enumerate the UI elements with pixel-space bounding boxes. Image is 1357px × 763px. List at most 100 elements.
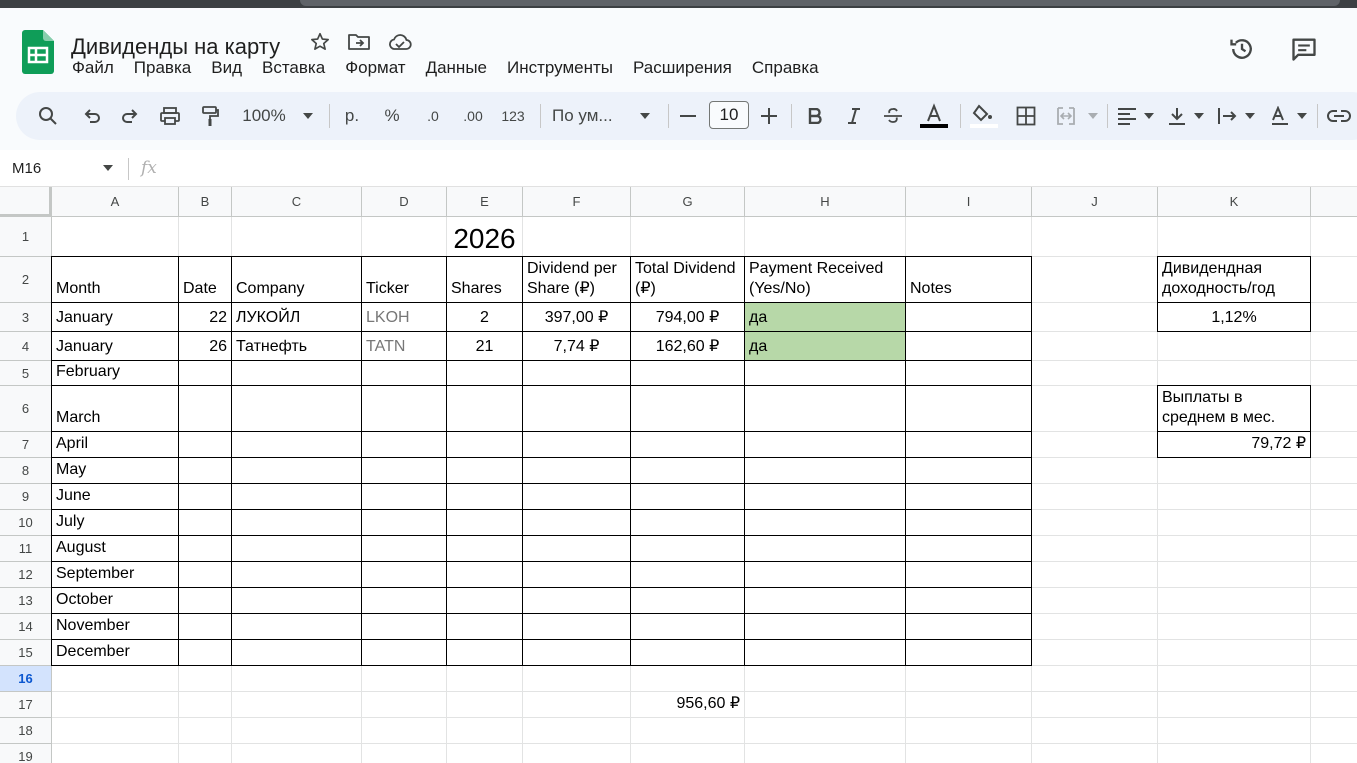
cell[interactable] (630, 613, 745, 640)
cell[interactable] (905, 457, 1032, 484)
cell[interactable] (1158, 666, 1311, 692)
cell[interactable] (179, 217, 232, 257)
cell[interactable] (1032, 332, 1158, 361)
menu-data[interactable]: Данные (426, 58, 487, 78)
cell[interactable] (522, 457, 631, 484)
cell[interactable]: Выплаты в среднем в мес. (1157, 385, 1311, 432)
cell[interactable] (361, 457, 447, 484)
cell[interactable]: Дивидендная доходность/год (1157, 256, 1311, 303)
cell[interactable] (905, 385, 1032, 432)
cell[interactable]: December (51, 639, 179, 666)
cell[interactable] (231, 385, 362, 432)
cell[interactable] (1032, 510, 1158, 536)
cell[interactable]: 956,60 ₽ (631, 692, 745, 718)
cell[interactable] (630, 639, 745, 666)
cell[interactable] (523, 692, 631, 718)
font-select[interactable]: По ум... (552, 92, 626, 140)
cell[interactable] (231, 613, 362, 640)
cell[interactable]: January (51, 302, 179, 332)
cell[interactable] (630, 587, 745, 614)
cell[interactable] (231, 457, 362, 484)
comments-icon[interactable] (1289, 34, 1319, 64)
row-header[interactable]: 13 (0, 588, 52, 614)
cell[interactable]: 162,60 ₽ (630, 331, 745, 361)
cell[interactable] (1311, 536, 1357, 562)
cell[interactable] (630, 509, 745, 536)
cell[interactable] (1032, 458, 1158, 484)
cell[interactable] (1311, 332, 1357, 361)
cell[interactable]: Company (231, 256, 362, 303)
cell[interactable] (361, 561, 447, 588)
cell[interactable] (1311, 458, 1357, 484)
cell[interactable] (523, 217, 631, 257)
cell[interactable]: November (51, 613, 179, 640)
select-all-corner[interactable] (0, 187, 52, 217)
cell[interactable] (906, 718, 1032, 744)
cell[interactable] (1032, 536, 1158, 562)
cell[interactable]: Notes (905, 256, 1032, 303)
merge-dropdown-icon[interactable] (1086, 92, 1100, 140)
cell[interactable] (522, 613, 631, 640)
cell[interactable] (362, 718, 447, 744)
cell[interactable]: 21 (446, 331, 523, 361)
cell[interactable] (1311, 744, 1357, 763)
cell[interactable] (905, 639, 1032, 666)
cell[interactable] (178, 360, 232, 386)
cell[interactable]: May (51, 457, 179, 484)
cell[interactable] (631, 744, 745, 763)
cell[interactable] (744, 639, 906, 666)
cell[interactable]: Татнефть (231, 331, 362, 361)
cell[interactable] (1032, 361, 1158, 386)
cell[interactable] (1311, 666, 1357, 692)
menu-insert[interactable]: Вставка (262, 58, 325, 78)
cell[interactable] (630, 431, 745, 458)
row-header[interactable]: 7 (0, 432, 52, 458)
cell[interactable] (178, 431, 232, 458)
menu-extensions[interactable]: Расширения (633, 58, 732, 78)
cell[interactable] (447, 692, 523, 718)
cell[interactable] (905, 613, 1032, 640)
cell[interactable] (631, 718, 745, 744)
cell[interactable]: да (744, 302, 906, 332)
cell[interactable] (745, 744, 906, 763)
cell[interactable] (1311, 640, 1357, 666)
more-formats-button[interactable]: 123 (499, 92, 527, 140)
cell[interactable] (178, 483, 232, 510)
cell[interactable] (522, 431, 631, 458)
cell[interactable]: Month (51, 256, 179, 303)
cloud-saved-icon[interactable] (387, 29, 413, 55)
cell[interactable] (232, 217, 362, 257)
merge-cells-icon[interactable] (1054, 92, 1078, 140)
cell[interactable] (744, 385, 906, 432)
cell[interactable] (906, 692, 1032, 718)
row-header[interactable]: 1 (0, 217, 52, 257)
cell[interactable] (178, 587, 232, 614)
cell[interactable] (52, 217, 179, 257)
cell[interactable] (361, 360, 447, 386)
cell[interactable] (744, 483, 906, 510)
percent-format-button[interactable]: % (382, 92, 402, 140)
cell[interactable] (1158, 510, 1311, 536)
cell[interactable]: Payment Received (Yes/No) (744, 256, 906, 303)
font-size-decrease-icon[interactable] (678, 92, 698, 140)
cell[interactable] (52, 718, 179, 744)
cell[interactable] (232, 692, 362, 718)
cell[interactable]: 1,12% (1157, 302, 1311, 332)
column-header[interactable]: G (631, 187, 745, 217)
cell[interactable] (52, 692, 179, 718)
cell[interactable] (630, 535, 745, 562)
cell[interactable] (1158, 484, 1311, 510)
cell[interactable]: October (51, 587, 179, 614)
vertical-align-icon[interactable] (1165, 92, 1189, 140)
cell[interactable]: 7,74 ₽ (522, 331, 631, 361)
cell[interactable] (1032, 562, 1158, 588)
cell[interactable] (231, 535, 362, 562)
cell[interactable] (905, 587, 1032, 614)
document-title[interactable]: Дивиденды на карту (71, 34, 280, 60)
strikethrough-icon[interactable] (882, 92, 904, 140)
cell[interactable] (362, 744, 447, 763)
cell[interactable] (1311, 361, 1357, 386)
cell[interactable] (745, 666, 906, 692)
cell[interactable] (1311, 217, 1357, 257)
cell[interactable] (361, 431, 447, 458)
